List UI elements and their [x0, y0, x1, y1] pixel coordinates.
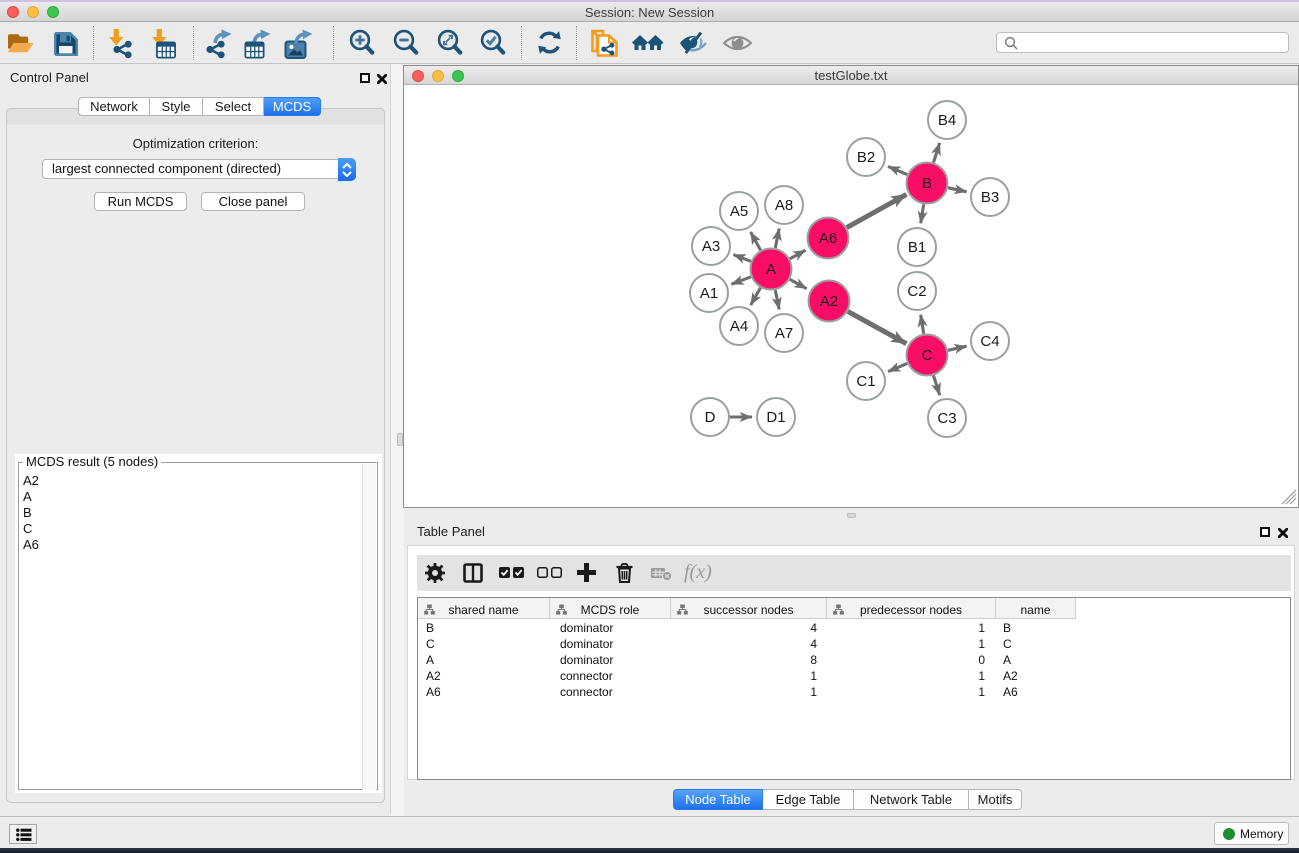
svg-text:D1: D1	[766, 409, 785, 426]
svg-text:B: B	[922, 175, 932, 192]
svg-text:A6: A6	[819, 230, 837, 247]
svg-text:A1: A1	[700, 285, 718, 302]
svg-text:A5: A5	[730, 203, 748, 220]
svg-text:A8: A8	[775, 197, 793, 214]
svg-text:B3: B3	[981, 189, 999, 206]
svg-text:C: C	[922, 347, 933, 364]
svg-text:A2: A2	[820, 293, 838, 310]
svg-text:C4: C4	[980, 333, 999, 350]
svg-text:A3: A3	[702, 238, 720, 255]
svg-text:D: D	[705, 409, 716, 426]
svg-text:B2: B2	[857, 149, 875, 166]
svg-text:C3: C3	[937, 410, 956, 427]
svg-text:B1: B1	[908, 239, 926, 256]
svg-text:C1: C1	[856, 373, 875, 390]
svg-text:A4: A4	[730, 318, 748, 335]
svg-text:A: A	[766, 261, 776, 278]
svg-text:B4: B4	[938, 112, 956, 129]
svg-text:C2: C2	[907, 283, 926, 300]
svg-text:A7: A7	[775, 325, 793, 342]
